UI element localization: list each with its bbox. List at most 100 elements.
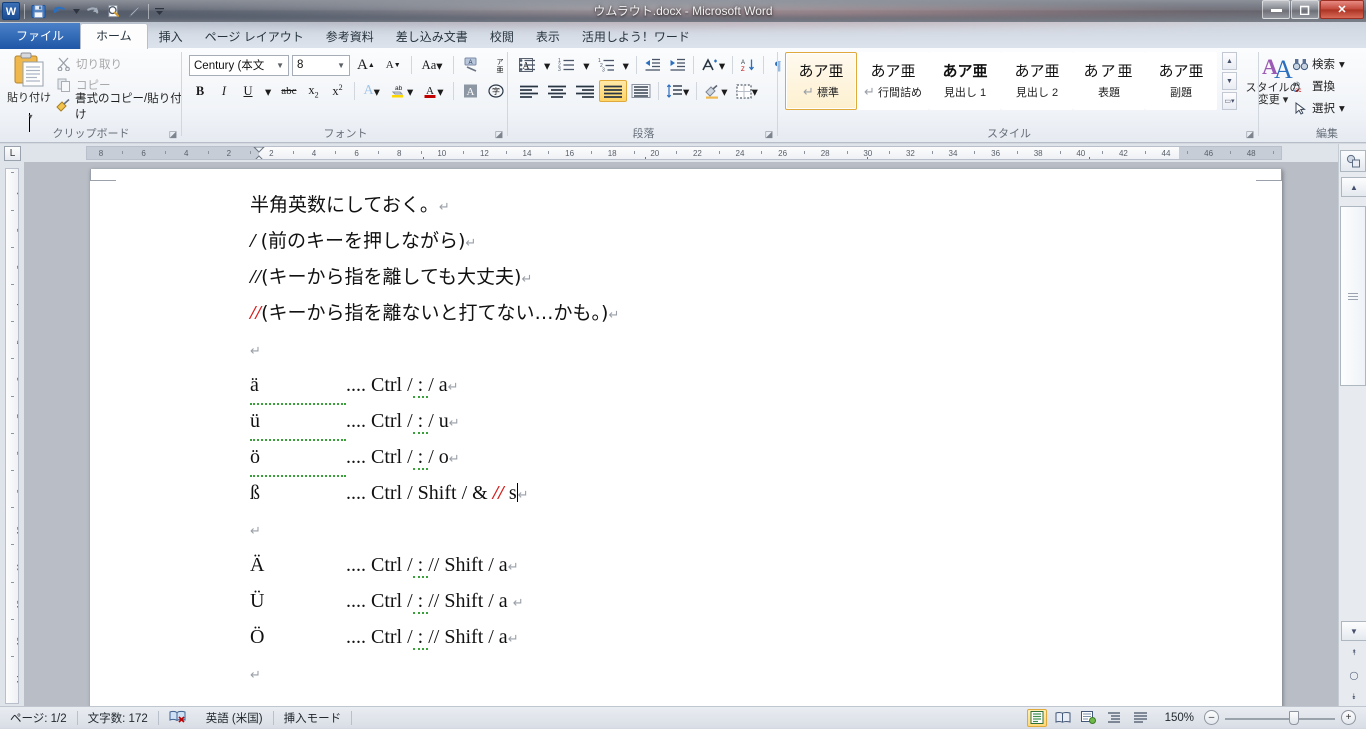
justify-icon[interactable] (599, 80, 627, 102)
vertical-scrollbar[interactable]: ▲ ▼ ⯭ ◯ ⯯ (1338, 144, 1366, 710)
scrollbar-thumb[interactable] (1340, 206, 1366, 386)
word-logo-icon[interactable]: W (2, 2, 20, 20)
page-indicator[interactable]: ページ: 1/2 (0, 707, 77, 729)
scroll-up-button[interactable]: ▲ (1341, 177, 1366, 197)
previous-page-button[interactable]: ⯭ (1341, 643, 1366, 663)
tab-review[interactable]: 校閲 (479, 25, 525, 49)
zoom-in-button[interactable]: + (1341, 710, 1356, 725)
phonetic-guide-icon[interactable]: A (460, 54, 486, 76)
indent-markers[interactable] (253, 147, 265, 159)
phonetic-guide-para-icon[interactable]: ▾ (697, 54, 729, 76)
view-outline-icon[interactable] (1105, 709, 1125, 727)
minimize-button[interactable] (1262, 0, 1290, 19)
document-line[interactable]: Ä .... Ctrl / : // Shift / a↵ (250, 547, 1150, 583)
print-preview-icon[interactable] (104, 2, 123, 21)
multilevel-list-chevron-down-icon[interactable]: ▾ (619, 54, 633, 76)
paragraph-dialog-launcher[interactable]: ◪ (763, 128, 775, 140)
find-button[interactable]: 検索 ▾ (1292, 54, 1345, 74)
underline-button[interactable]: U (237, 80, 259, 102)
replace-button[interactable]: ab ac 置換 (1292, 76, 1335, 96)
style-item-subtitle[interactable]: あア亜 副題 (1145, 52, 1217, 110)
format-painter-button[interactable]: 書式のコピー/貼り付け (56, 93, 182, 121)
styles-scroll-down-icon[interactable]: ▼ (1222, 72, 1237, 90)
document-line[interactable]: Ü .... Ctrl / : // Shift / a ↵ (250, 583, 1150, 619)
word-count[interactable]: 文字数: 172 (78, 707, 158, 729)
undo-dropdown-chevron-down-icon[interactable] (71, 2, 81, 21)
subscript-button[interactable]: x2 (303, 80, 325, 102)
tab-stop-marker[interactable] (867, 157, 868, 159)
style-item-heading1[interactable]: あア亜 見出し 1 (929, 52, 1001, 110)
distribute-icon[interactable] (627, 80, 655, 102)
tab-selector-button[interactable]: L (4, 146, 21, 161)
sort-icon[interactable]: AZ (736, 54, 760, 76)
superscript-button[interactable]: x2 (327, 80, 349, 102)
font-color-icon[interactable]: A ▾ (419, 80, 447, 102)
styles-scroll-up-icon[interactable]: ▲ (1222, 52, 1237, 70)
document-line[interactable]: //(キーから指を離ないと打てない…かも。)↵ (250, 295, 1150, 331)
tab-stop-marker[interactable] (1089, 157, 1090, 159)
bullet-list-chevron-down-icon[interactable]: ▾ (540, 54, 554, 76)
align-right-icon[interactable] (571, 80, 599, 102)
zoom-slider[interactable] (1225, 710, 1335, 726)
decrease-indent-icon[interactable] (640, 54, 665, 76)
font-name-combo[interactable]: Century (本文 ▼ (189, 54, 289, 76)
tab-view[interactable]: 表示 (525, 25, 571, 49)
cut-button[interactable]: 切り取り (56, 54, 122, 73)
line-spacing-icon[interactable]: ▾ (662, 80, 693, 102)
select-browse-object-icon[interactable] (1340, 150, 1366, 172)
document-canvas[interactable]: 半角英数にしておく。↵ / (前のキーを押しながら)↵//(キーから指を離しても大… (24, 162, 1338, 710)
customize-qat-chevron-down-icon[interactable] (153, 2, 165, 21)
view-print-layout-icon[interactable] (1026, 708, 1047, 727)
font-dialog-launcher[interactable]: ◪ (493, 128, 505, 140)
document-text[interactable]: 半角英数にしておく。↵ / (前のキーを押しながら)↵//(キーから指を離しても大… (250, 187, 1150, 710)
pen-icon[interactable] (125, 2, 144, 21)
style-item-title[interactable]: あア亜 表題 (1073, 52, 1145, 110)
next-page-button[interactable]: ⯯ (1341, 687, 1366, 707)
zoom-slider-handle[interactable] (1289, 710, 1299, 725)
document-line[interactable]: ä.... Ctrl / : / a↵ (250, 367, 1150, 405)
text-effects-icon[interactable]: A ▾ (360, 80, 384, 102)
zoom-level[interactable]: 150% (1157, 707, 1198, 729)
grow-font-button[interactable]: A ▲ (353, 54, 379, 76)
paste-button[interactable]: 貼り付け ▾ (6, 52, 52, 132)
document-line[interactable]: Ö .... Ctrl / : // Shift / a↵ (250, 619, 1150, 655)
align-center-icon[interactable] (543, 80, 571, 102)
restore-button[interactable] (1291, 0, 1319, 19)
document-line[interactable]: 半角英数にしておく。↵ (250, 187, 1150, 223)
numbered-list-icon[interactable]: 123 (554, 54, 579, 76)
horizontal-ruler[interactable]: 8 6 4 2 2 4 6 8 10 12 14 16 18 20 22 24 26 28 30 32 34 36 38 40… (86, 146, 1282, 160)
clipboard-dialog-launcher[interactable]: ◪ (167, 128, 179, 140)
bullet-list-icon[interactable] (515, 54, 540, 76)
shading-icon[interactable]: ▾ (700, 80, 731, 102)
tab-page-layout[interactable]: ページ レイアウト (194, 25, 315, 49)
zoom-out-button[interactable]: – (1204, 710, 1219, 725)
view-full-screen-reading-icon[interactable] (1053, 709, 1073, 727)
proofing-status[interactable] (159, 707, 196, 729)
browse-object-button[interactable]: ◯ (1341, 665, 1366, 685)
document-line[interactable]: ü.... Ctrl / : / u↵ (250, 403, 1150, 441)
tab-mailings[interactable]: 差し込み文書 (385, 25, 479, 49)
document-line[interactable]: ↵ (250, 655, 1150, 691)
style-item-normal[interactable]: あア亜 ↵ 標準 (785, 52, 857, 110)
tab-stop-marker[interactable] (423, 157, 424, 159)
document-line[interactable]: / (前のキーを押しながら)↵ (250, 223, 1150, 259)
shrink-font-button[interactable]: A ▼ (382, 54, 405, 76)
tab-word-tips[interactable]: 活用しよう！ワード (571, 25, 701, 49)
document-line[interactable]: ↵ (250, 331, 1150, 367)
document-line[interactable]: ß .... Ctrl / Shift / & // s↵ (250, 475, 1150, 511)
underline-chevron-down-icon[interactable]: ▾ (261, 80, 275, 102)
view-web-layout-icon[interactable] (1079, 709, 1099, 727)
document-line[interactable]: ↵ (250, 511, 1150, 547)
borders-icon[interactable]: ▾ (732, 80, 762, 102)
font-size-chevron-down-icon[interactable]: ▼ (335, 61, 347, 70)
save-icon[interactable] (29, 2, 48, 21)
style-item-no-spacing[interactable]: あア亜 ↵ 行間詰め (857, 52, 929, 110)
select-button[interactable]: 選択 ▾ (1292, 98, 1345, 118)
increase-indent-icon[interactable] (665, 54, 690, 76)
align-left-icon[interactable] (515, 80, 543, 102)
find-chevron-down-icon[interactable]: ▾ (1339, 57, 1345, 71)
tab-stop-marker[interactable] (645, 157, 646, 159)
view-draft-icon[interactable] (1131, 709, 1151, 727)
bold-button[interactable]: B (189, 80, 211, 102)
styles-dialog-launcher[interactable]: ◪ (1244, 128, 1256, 140)
